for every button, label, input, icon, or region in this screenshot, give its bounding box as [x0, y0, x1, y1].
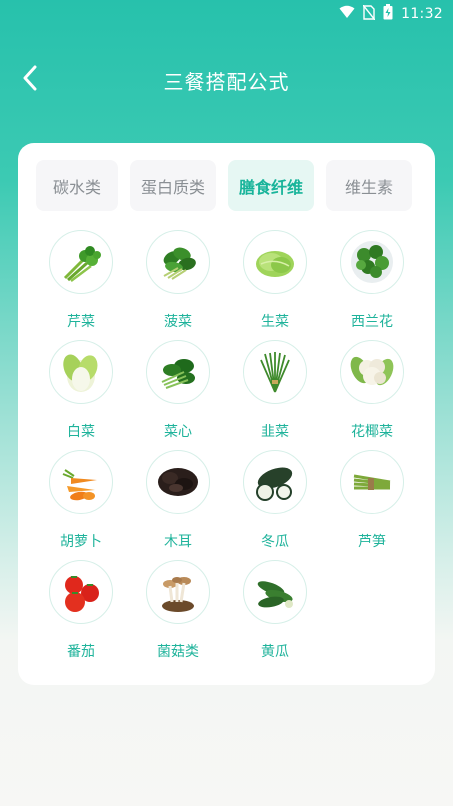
page-title: 三餐搭配公式: [163, 70, 290, 94]
wood-ear-image: [146, 450, 210, 514]
food-item-label: 黄瓜: [261, 644, 289, 660]
status-time: 11:32: [401, 6, 443, 22]
carrot-image: [49, 450, 113, 514]
food-item-asparagus[interactable]: 芦笋: [324, 450, 420, 558]
lettuce-image: [243, 230, 307, 294]
winter-melon-image: [243, 450, 307, 514]
battery-charging-icon: [383, 4, 393, 24]
food-item-carrot[interactable]: 胡萝卜: [33, 450, 129, 558]
no-sim-icon: [362, 4, 376, 24]
food-item-label: 芦笋: [358, 534, 386, 550]
content-card: 碳水类 蛋白质类 膳食纤维 维生素 芹菜 菠菜 生菜 西兰花 白菜 菜心 韭菜 …: [18, 143, 435, 685]
choy-sum-image: [146, 340, 210, 404]
food-item-label: 花椰菜: [351, 424, 393, 440]
food-item-label: 菌菇类: [157, 644, 199, 660]
mushroom-image: [146, 560, 210, 624]
app-header: 三餐搭配公式: [0, 56, 453, 104]
celery-image: [49, 230, 113, 294]
food-item-label: 生菜: [261, 314, 289, 330]
food-item-label: 冬瓜: [261, 534, 289, 550]
chives-image: [243, 340, 307, 404]
food-item-tomato[interactable]: 番茄: [33, 560, 129, 668]
status-bar: 11:32: [0, 0, 453, 26]
wifi-icon: [339, 5, 355, 23]
food-item-label: 韭菜: [261, 424, 289, 440]
food-item-winter-melon[interactable]: 冬瓜: [227, 450, 323, 558]
food-grid: 芹菜 菠菜 生菜 西兰花 白菜 菜心 韭菜 花椰菜 胡萝卜 木耳 冬瓜 芦笋 番…: [18, 143, 435, 685]
chinese-cabbage-image: [49, 340, 113, 404]
food-item-chinese-cabbage[interactable]: 白菜: [33, 340, 129, 448]
broccoli-image: [340, 230, 404, 294]
food-item-broccoli[interactable]: 西兰花: [324, 230, 420, 338]
food-item-label: 菠菜: [164, 314, 192, 330]
cucumber-image: [243, 560, 307, 624]
food-item-mushroom[interactable]: 菌菇类: [130, 560, 226, 668]
food-item-label: 白菜: [67, 424, 95, 440]
spinach-image: [146, 230, 210, 294]
food-item-choy-sum[interactable]: 菜心: [130, 340, 226, 448]
food-item-wood-ear[interactable]: 木耳: [130, 450, 226, 558]
food-item-chives[interactable]: 韭菜: [227, 340, 323, 448]
food-item-label: 木耳: [164, 534, 192, 550]
food-item-label: 胡萝卜: [60, 534, 102, 550]
food-item-label: 西兰花: [351, 314, 393, 330]
food-item-spinach[interactable]: 菠菜: [130, 230, 226, 338]
tomato-image: [49, 560, 113, 624]
food-item-label: 番茄: [67, 644, 95, 660]
food-item-label: 菜心: [164, 424, 192, 440]
food-item-label: 芹菜: [67, 314, 95, 330]
food-item-cauliflower[interactable]: 花椰菜: [324, 340, 420, 448]
food-item-cucumber[interactable]: 黄瓜: [227, 560, 323, 668]
asparagus-image: [340, 450, 404, 514]
food-item-celery[interactable]: 芹菜: [33, 230, 129, 338]
food-item-lettuce[interactable]: 生菜: [227, 230, 323, 338]
status-icons: 11:32: [339, 4, 443, 24]
cauliflower-image: [340, 340, 404, 404]
